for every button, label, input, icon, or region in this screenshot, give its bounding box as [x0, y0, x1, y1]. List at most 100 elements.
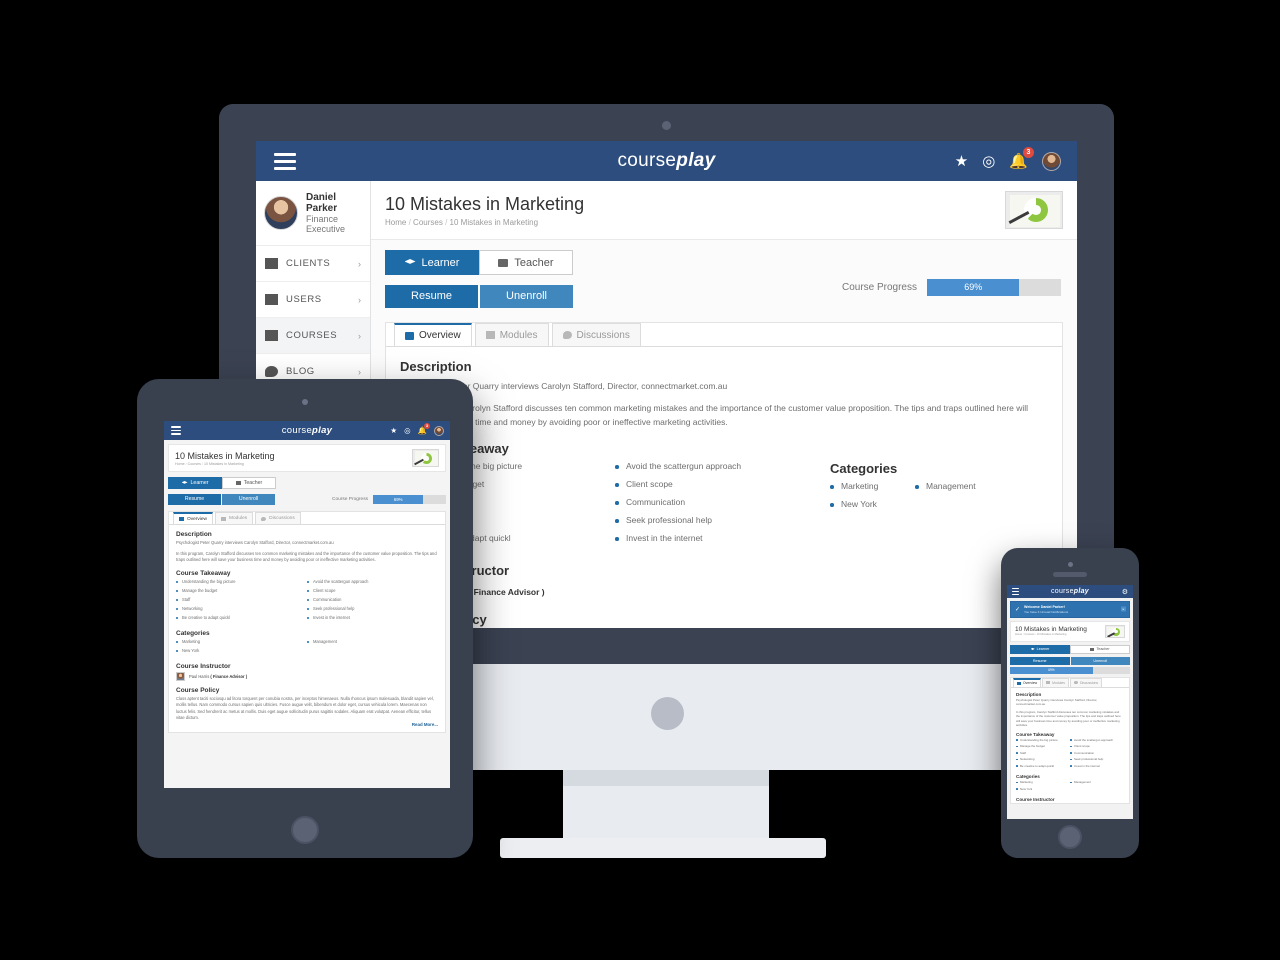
instructor-row: Paul Harris ( Finance Advisor )	[400, 583, 1048, 601]
book-icon	[179, 517, 184, 521]
breadcrumb-current: 10 Mistakes in Marketing	[1036, 633, 1067, 637]
breadcrumb-home[interactable]: Home	[385, 218, 406, 227]
phone-camera-icon	[1067, 562, 1073, 567]
notification-badge: 3	[424, 423, 430, 429]
list-item: Seek professional help	[615, 515, 830, 525]
list-item: Networking	[1016, 757, 1070, 761]
tab-teacher-label: Teacher	[243, 480, 263, 486]
role-tabs: Learner Teacher	[385, 250, 1063, 275]
tab-discussions[interactable]: Discussions	[551, 323, 641, 346]
star-icon[interactable]: ★	[390, 426, 397, 435]
description-section: Description Psychologist Peter Quarry in…	[169, 525, 445, 564]
comment-icon	[265, 366, 278, 377]
welcome-subtitle: You have 3 Unread Notifications	[1024, 609, 1069, 614]
list-item: Communication	[307, 597, 438, 602]
policy-section: Course Policy Class aptent taciti socios…	[169, 681, 445, 722]
chevron-right-icon: ›	[358, 294, 361, 305]
tab-overview[interactable]: Overview	[1013, 677, 1042, 687]
tab-teacher[interactable]: Teacher	[479, 250, 573, 275]
list-item: Invest in the internet	[1070, 764, 1124, 768]
resume-button[interactable]: Resume	[168, 494, 221, 505]
breadcrumb-home[interactable]: Home	[1015, 633, 1022, 636]
tab-discussions[interactable]: Discussions	[255, 512, 301, 524]
breadcrumb-courses[interactable]: Courses	[413, 218, 443, 227]
tab-overview[interactable]: Overview	[394, 323, 472, 346]
resume-button[interactable]: Resume	[1010, 656, 1070, 665]
brand-logo[interactable]: courseplay	[282, 425, 333, 436]
takeaway-list-left: Understanding the big picture Manage the…	[1016, 738, 1070, 771]
unenroll-button[interactable]: Unenroll	[480, 285, 573, 308]
phone-screen: courseplay ⚙ ✓ Welcome Daniel Parker! Yo…	[1007, 585, 1133, 819]
categories-list-left: Marketing New York	[830, 481, 915, 517]
tab-modules[interactable]: Modules	[215, 512, 254, 524]
sidebar-item-clients[interactable]: CLIENTS ›	[256, 246, 370, 282]
bell-icon[interactable]: 🔔 3	[1009, 147, 1034, 170]
tab-teacher[interactable]: Teacher	[222, 477, 276, 489]
description-heading: Description	[176, 531, 212, 538]
grid-table-icon	[485, 331, 495, 339]
tab-overview[interactable]: Overview	[173, 512, 213, 524]
list-item: Be creative to adapt quickl	[176, 615, 307, 620]
hamburger-icon[interactable]	[171, 426, 181, 435]
tab-learner[interactable]: Learner	[385, 250, 479, 275]
chevron-right-icon: ›	[358, 258, 361, 269]
tab-modules[interactable]: Modules	[474, 323, 549, 346]
breadcrumb-current: 10 Mistakes in Marketing	[203, 461, 244, 466]
hamburger-icon[interactable]	[1012, 588, 1019, 595]
progress-fill: 69%	[373, 495, 424, 504]
sidebar-item-courses[interactable]: COURSES ›	[256, 318, 370, 354]
tab-learner[interactable]: Learner	[1010, 644, 1070, 654]
list-item: New York	[1016, 787, 1070, 791]
description-line2: In this program, Carolyn Stafford discus…	[176, 550, 437, 563]
unenroll-button[interactable]: Unenroll	[222, 494, 275, 505]
takeaway-list-right: Avoid the scattergun approach Client sco…	[307, 579, 438, 624]
takeaway-columns: Understanding the big picture Manage the…	[1016, 738, 1124, 771]
breadcrumb-courses[interactable]: Courses	[188, 462, 201, 466]
tablet-home-button[interactable]	[291, 816, 319, 844]
list-item: Client scope	[307, 588, 438, 593]
star-icon[interactable]: ★	[955, 152, 968, 170]
target-icon[interactable]: ◎	[404, 426, 411, 435]
monitor-home-button[interactable]	[650, 697, 684, 730]
topbar-actions: ★ ◎ 🔔 3	[955, 147, 1061, 171]
target-icon[interactable]: ◎	[982, 152, 995, 170]
breadcrumb-courses[interactable]: Courses	[1024, 633, 1034, 636]
brand-logo[interactable]: courseplay	[617, 150, 715, 172]
tab-discussions[interactable]: Discussions	[1069, 677, 1103, 687]
categories-section: Categories Marketing New York Management	[169, 624, 445, 657]
categories-heading: Categories	[1016, 774, 1040, 780]
resume-button[interactable]: Resume	[385, 285, 478, 308]
list-item: Marketing	[176, 639, 307, 644]
avatar[interactable]	[1042, 151, 1061, 171]
avatar[interactable]	[434, 425, 444, 436]
notification-badge: 3	[1023, 147, 1034, 158]
comment-icon	[1073, 681, 1078, 685]
progress-bar: 69%	[373, 495, 446, 504]
unenroll-button[interactable]: Unenroll	[1070, 656, 1130, 665]
brand-light: course	[281, 425, 313, 436]
profile-photo	[264, 196, 298, 230]
sidebar-item-label: BLOG	[286, 366, 315, 377]
brand-logo[interactable]: courseplay	[1051, 588, 1089, 595]
sidebar-item-users[interactable]: USERS ›	[256, 282, 370, 318]
takeaway-columns: Understanding the big picture Manage the…	[400, 461, 1048, 551]
breadcrumb-home[interactable]: Home	[175, 462, 185, 466]
sidebar-profile[interactable]: Daniel Parker Finance Executive	[256, 181, 370, 246]
brand-light: course	[617, 150, 677, 171]
phone-home-button[interactable]	[1058, 825, 1082, 849]
bell-icon[interactable]: 🔔 3	[418, 423, 430, 435]
sidebar-item-label: COURSES	[286, 330, 338, 341]
read-more-link[interactable]: Read More...	[169, 722, 445, 732]
categories-section: Categories Marketing New York Management	[1011, 770, 1129, 793]
close-icon[interactable]: ×	[1120, 606, 1126, 612]
gear-icon[interactable]: ⚙	[1122, 588, 1128, 596]
hamburger-icon[interactable]	[274, 152, 296, 170]
tab-teacher[interactable]: Teacher	[1070, 644, 1130, 654]
tablet-topbar: courseplay ★ ◎ 🔔 3	[164, 421, 450, 440]
list-item: Marketing	[1016, 780, 1070, 784]
tab-learner[interactable]: Learner	[168, 477, 222, 489]
takeaway-list-right: Avoid the scattergun approach Client sco…	[615, 461, 830, 551]
progress-fill: 69%	[1010, 666, 1093, 674]
tab-modules[interactable]: Modules	[1042, 677, 1069, 687]
phone-app: courseplay ⚙ ✓ Welcome Daniel Parker! Yo…	[1007, 585, 1133, 819]
